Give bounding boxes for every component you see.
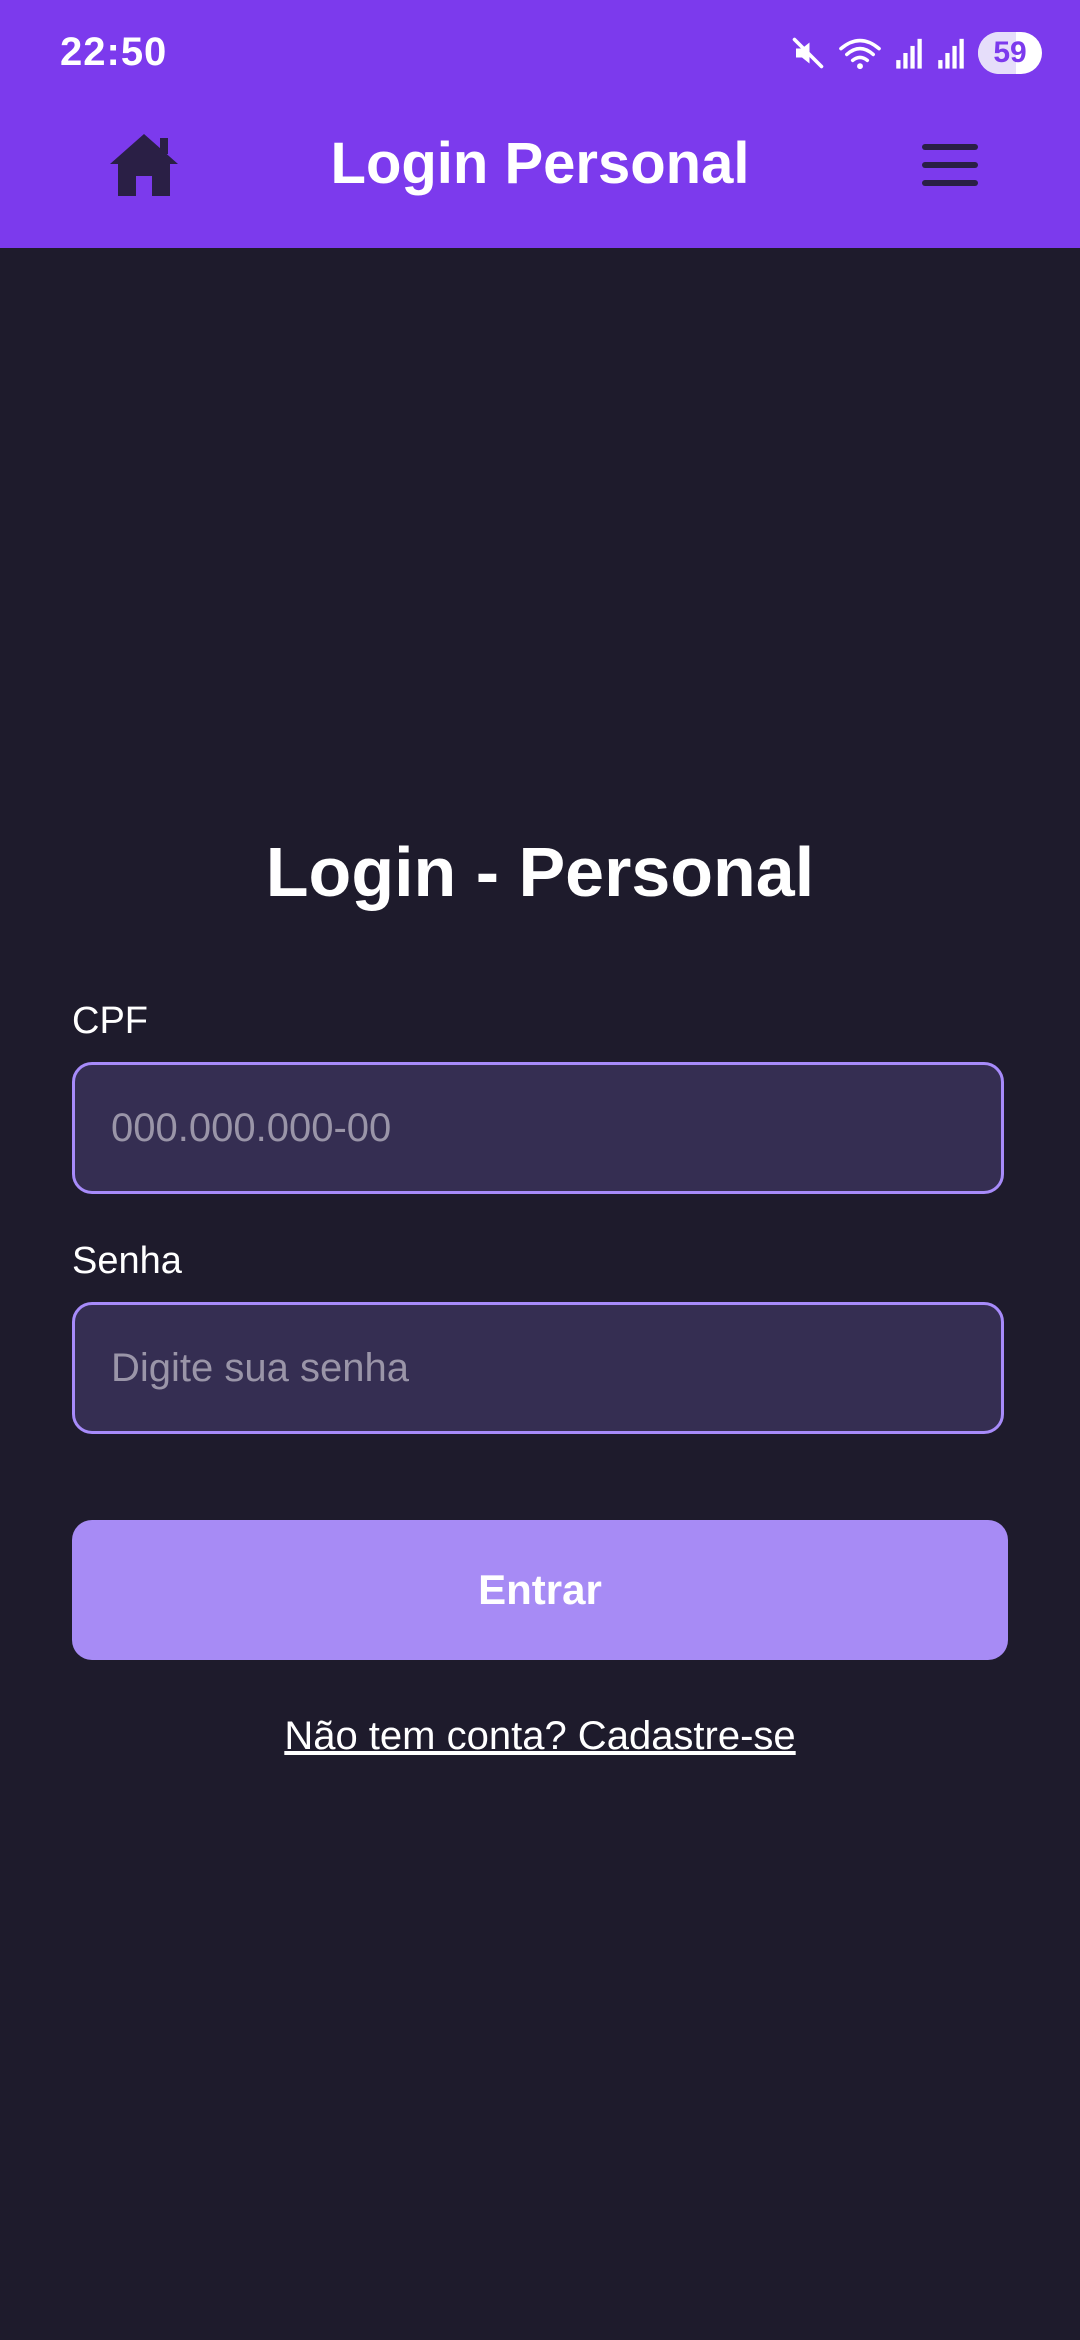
wifi-icon bbox=[838, 35, 882, 71]
menu-icon bbox=[922, 144, 978, 186]
signal-icon bbox=[894, 36, 924, 70]
signal-icon bbox=[936, 36, 966, 70]
cpf-input[interactable] bbox=[72, 1062, 1004, 1194]
login-screen: 22:50 59 Login Personal Login - Personal… bbox=[0, 0, 1080, 2340]
signup-link[interactable]: Não tem conta? Cadastre-se bbox=[0, 1714, 1080, 1759]
battery-level: 59 bbox=[993, 36, 1027, 69]
senha-label: Senha bbox=[72, 1240, 182, 1282]
battery-indicator: 59 bbox=[978, 32, 1042, 74]
app-header: 22:50 59 Login Personal bbox=[0, 0, 1080, 248]
app-title: Login Personal bbox=[330, 131, 750, 196]
status-time: 22:50 bbox=[60, 30, 168, 74]
cpf-label: CPF bbox=[72, 1000, 148, 1042]
login-title: Login - Personal bbox=[265, 833, 815, 911]
senha-input[interactable] bbox=[72, 1302, 1004, 1434]
login-button[interactable]: Entrar bbox=[72, 1520, 1008, 1660]
menu-button[interactable] bbox=[920, 142, 980, 188]
mute-icon bbox=[790, 35, 826, 71]
status-icons: 59 bbox=[790, 30, 1042, 76]
